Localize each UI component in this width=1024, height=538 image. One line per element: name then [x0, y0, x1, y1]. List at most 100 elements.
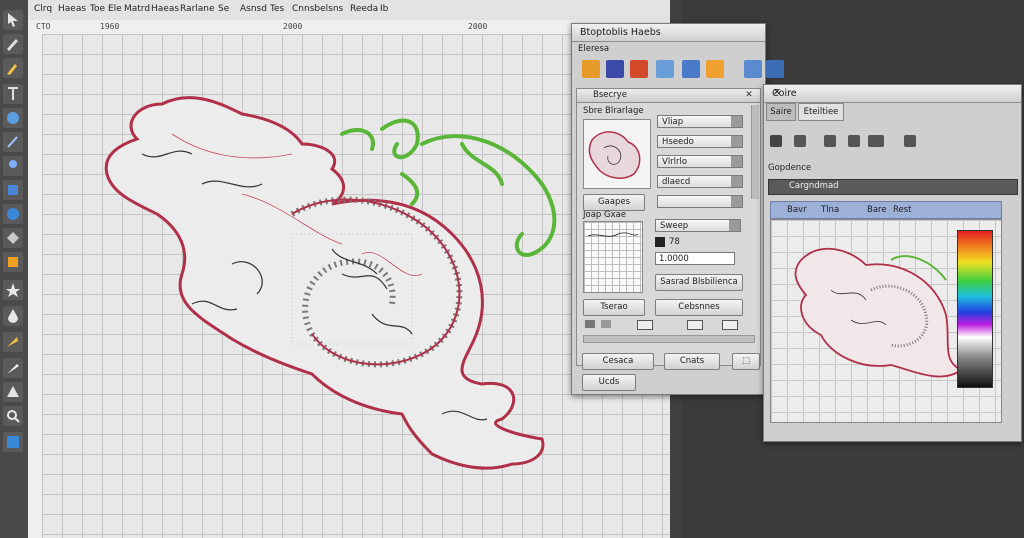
sweep-select[interactable]: Sweep: [655, 219, 741, 232]
ruler-tick: 1960: [100, 22, 120, 31]
transform-icon[interactable]: [904, 135, 916, 147]
color-chip: [655, 237, 665, 247]
jump-label: Joap Gxae: [583, 210, 627, 220]
export-icon[interactable]: [682, 60, 700, 78]
pen-icon[interactable]: [3, 34, 23, 54]
underlay-select[interactable]: dlaecd: [657, 175, 743, 188]
cnats-button[interactable]: Cnats: [664, 353, 720, 370]
pin-icon[interactable]: [3, 156, 23, 176]
contours-button[interactable]: Cebsnnes: [655, 299, 743, 316]
menu-item[interactable]: Tes: [270, 4, 284, 14]
magic-wand-icon[interactable]: [656, 60, 674, 78]
color-panel: Coire ✕ Saire Eteiltiee Gopdence Cargndm…: [763, 84, 1022, 442]
density-select[interactable]: Hseedo: [657, 135, 743, 148]
magnify-icon[interactable]: [3, 406, 23, 426]
section-label: Bsecrye: [593, 90, 627, 100]
globe-icon[interactable]: [3, 204, 23, 224]
ruler-tick: CTO: [36, 22, 51, 31]
menu-item[interactable]: Ib: [380, 4, 388, 14]
properties-panel-titlebar: Btoptoblis Haebs: [572, 24, 765, 42]
ruler-tick: 2000: [468, 22, 488, 31]
shape-icon[interactable]: [3, 228, 23, 248]
ruler-tick: 2000: [283, 22, 303, 31]
mini-swatch[interactable]: [601, 320, 611, 328]
tab-saire[interactable]: Saire: [766, 103, 796, 121]
line-icon[interactable]: [824, 135, 836, 147]
properties-panel: Btoptoblis Haebs Eleresa Bsecrye ✕ Sbre …: [571, 23, 784, 395]
shape-tool-icon[interactable]: [606, 60, 624, 78]
subsection-label: Cargndmad: [789, 181, 839, 191]
close-icon[interactable]: ✕: [744, 90, 754, 100]
value-label: 78: [669, 237, 680, 247]
circle-icon[interactable]: [3, 108, 23, 128]
triangle-icon[interactable]: [3, 332, 23, 352]
knife-icon[interactable]: [3, 358, 23, 378]
lasso-icon[interactable]: [3, 132, 23, 152]
section-header: Bsecrye ✕: [577, 89, 760, 103]
mini-toggle[interactable]: [687, 320, 703, 330]
ucds-button[interactable]: Ucds: [582, 374, 636, 391]
sub-label: Sbre Blrarlage: [583, 106, 644, 116]
expand-button[interactable]: ⬚: [732, 353, 760, 370]
text-icon[interactable]: [3, 84, 23, 104]
align-icon[interactable]: [848, 135, 860, 147]
preview-tab[interactable]: Rest: [893, 205, 912, 215]
triangle-icon[interactable]: [3, 382, 23, 402]
mini-toggle[interactable]: [637, 320, 653, 330]
properties-panel-title: Btoptoblis Haebs: [580, 27, 661, 38]
tab-eteiltiee[interactable]: Eteiltiee: [798, 103, 844, 121]
fill-icon[interactable]: [630, 60, 648, 78]
settings-icon[interactable]: [766, 60, 784, 78]
horizontal-scrollbar[interactable]: [583, 335, 755, 343]
menu-item[interactable]: Toe: [90, 4, 105, 14]
rect-icon[interactable]: [3, 180, 23, 200]
status-button[interactable]: Sasrad Blsbilienca: [655, 274, 743, 291]
mini-swatch[interactable]: [585, 320, 595, 328]
subsection-header: Cargndmad: [768, 179, 1018, 195]
duplicate-icon[interactable]: [744, 60, 762, 78]
preview-tab[interactable]: Bare: [867, 205, 887, 215]
source-button[interactable]: Cesaca: [582, 353, 654, 370]
pen-icon[interactable]: [794, 135, 806, 147]
vertical-ruler: [28, 34, 43, 538]
preview-tab[interactable]: Tlna: [821, 205, 839, 215]
menu-bar: Clrq Haeas Toe Ele Matrd Haeas Rarlane S…: [28, 0, 672, 21]
preview-tab[interactable]: Bavr: [787, 205, 807, 215]
menu-item[interactable]: Reeda: [350, 4, 378, 14]
menu-item[interactable]: Rarlane: [180, 4, 215, 14]
tempo-button[interactable]: Tserao: [583, 299, 645, 316]
color-spectrum[interactable]: [957, 230, 993, 388]
value-input[interactable]: 1.0000: [655, 252, 735, 265]
menu-item[interactable]: Asnsd: [240, 4, 267, 14]
open-icon[interactable]: [582, 60, 600, 78]
star-icon[interactable]: [3, 280, 23, 300]
angle-select[interactable]: Vlrlrlo: [657, 155, 743, 168]
scissors-icon[interactable]: [770, 135, 782, 147]
mini-toggle[interactable]: [722, 320, 738, 330]
drop-icon[interactable]: [3, 306, 23, 326]
menu-item[interactable]: Clrq: [34, 4, 52, 14]
panel-subtitle: Eleresa: [578, 44, 610, 54]
arrow-icon[interactable]: [3, 10, 23, 30]
palette-icon[interactable]: [3, 432, 23, 452]
menu-item[interactable]: Matrd: [124, 4, 150, 14]
grid-preview: [583, 221, 643, 293]
color-panel-titlebar: Coire ✕: [764, 85, 1021, 103]
layers-icon[interactable]: [706, 60, 724, 78]
preview-tabs: Bavr Tlna Bare Rest: [770, 201, 1002, 219]
copy-icon[interactable]: [868, 135, 884, 147]
groups-button[interactable]: Gaapes: [583, 194, 645, 211]
menu-item[interactable]: Cnnsbelsns: [292, 4, 343, 14]
menu-item[interactable]: Ele: [108, 4, 122, 14]
menu-item[interactable]: Se: [218, 4, 229, 14]
scrollbar[interactable]: [751, 105, 759, 199]
brush-icon[interactable]: [3, 58, 23, 78]
menu-item[interactable]: Haeas: [58, 4, 86, 14]
close-icon[interactable]: ✕: [772, 88, 782, 98]
stitch-select[interactable]: Vliap: [657, 115, 743, 128]
group-select[interactable]: [657, 195, 743, 208]
menu-item[interactable]: Haeas: [151, 4, 179, 14]
preview-canvas[interactable]: [770, 219, 1002, 423]
paint-icon[interactable]: [3, 252, 23, 272]
properties-section: Bsecrye ✕ Sbre Blrarlage Vliap Hseedo Vl…: [576, 88, 761, 366]
